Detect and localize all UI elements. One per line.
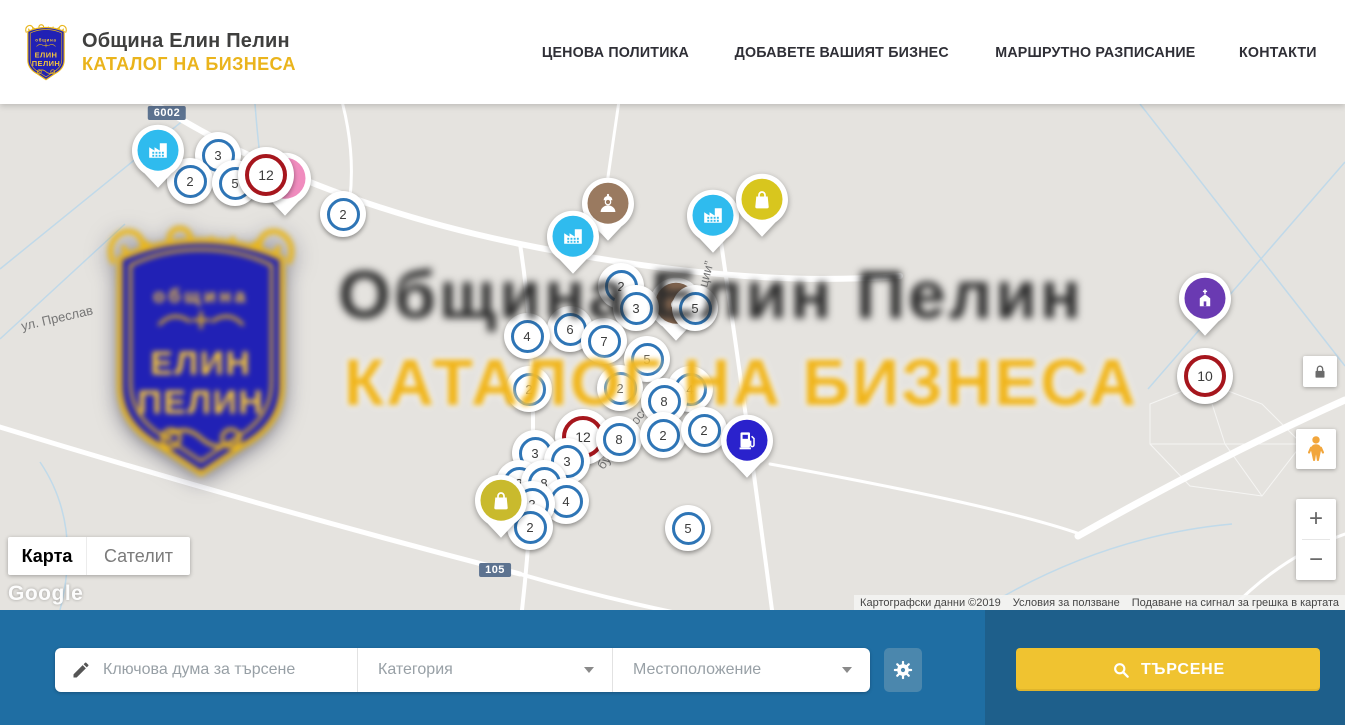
pegman-control[interactable]: [1296, 429, 1336, 469]
factory-pin-marker[interactable]: [686, 189, 740, 255]
bag-pin-marker[interactable]: [735, 173, 789, 239]
cluster-marker[interactable]: 2: [320, 191, 366, 237]
cluster-count: 5: [679, 292, 712, 325]
search-icon: [1111, 660, 1131, 680]
cluster-marker[interactable]: 10: [1177, 348, 1233, 404]
google-map[interactable]: 6002105ул. Преславбул. „Новоселции” 3251…: [0, 104, 1345, 610]
cluster-count: 2: [688, 414, 721, 447]
road-number-label: 105: [479, 563, 511, 577]
site-logo[interactable]: Община Елин Пелин КАТАЛОГ НА БИЗНЕСА: [22, 22, 296, 82]
gear-icon: [892, 659, 914, 681]
pegman-icon: [1303, 434, 1329, 464]
cluster-count: 7: [588, 325, 621, 358]
map-attribution: Картографски данни ©2019 Условия за полз…: [854, 595, 1345, 610]
cluster-marker[interactable]: 5: [665, 505, 711, 551]
pencil-icon: [71, 660, 91, 680]
cluster-count: 10: [1184, 355, 1226, 397]
search-group: Категория Местоположение: [55, 648, 870, 692]
search-panel: Категория Местоположение ТЪРСЕНЕ: [0, 610, 1345, 725]
cluster-count: 12: [245, 154, 287, 196]
factory-pin-marker[interactable]: [131, 124, 185, 190]
cluster-count: 2: [327, 198, 360, 231]
nav-item-pricing[interactable]: ЦЕНОВА ПОЛИТИКА: [542, 44, 689, 61]
report-map-error-link[interactable]: Подаване на сигнал за грешка в картата: [1132, 597, 1339, 609]
map-type-satellite-button[interactable]: Сателит: [86, 537, 190, 575]
cluster-marker[interactable]: 12: [238, 147, 294, 203]
advanced-settings-button[interactable]: [884, 648, 922, 692]
nav-item-add-business[interactable]: ДОБАВЕТЕ ВАШИЯТ БИЗНЕС: [735, 44, 949, 61]
bag-pin-marker[interactable]: [474, 474, 528, 540]
lock-control-button[interactable]: [1303, 356, 1337, 387]
category-select[interactable]: Категория: [357, 648, 612, 692]
cluster-marker[interactable]: 5: [672, 285, 718, 331]
cluster-marker[interactable]: 2: [506, 366, 552, 412]
cluster-marker[interactable]: 4: [504, 313, 550, 359]
cluster-count: 4: [511, 320, 544, 353]
fuel-pin-marker[interactable]: [720, 414, 774, 480]
cluster-count: 3: [620, 292, 653, 325]
cluster-count: 2: [647, 419, 680, 452]
nav-item-bus-schedule[interactable]: МАРШРУТНО РАЗПИСАНИЕ: [996, 44, 1196, 61]
municipality-crest-icon: [22, 22, 70, 82]
factory-pin-marker[interactable]: [546, 210, 600, 276]
cluster-count: 5: [672, 512, 705, 545]
cluster-count: 2: [513, 373, 546, 406]
search-button-label: ТЪРСЕНЕ: [1141, 661, 1225, 679]
cluster-count: 2: [604, 372, 637, 405]
map-type-control: Карта Сателит: [8, 537, 190, 575]
location-select[interactable]: Местоположение: [612, 648, 870, 692]
cluster-marker[interactable]: 7: [581, 318, 627, 364]
cluster-marker[interactable]: 2: [640, 412, 686, 458]
chevron-down-icon: [584, 667, 594, 673]
cluster-marker[interactable]: 2: [597, 365, 643, 411]
main-nav: ЦЕНОВА ПОЛИТИКА ДОБАВЕТЕ ВАШИЯТ БИЗНЕС М…: [538, 44, 1319, 61]
lock-icon: [1311, 363, 1329, 381]
site-header: Община Елин Пелин КАТАЛОГ НА БИЗНЕСА ЦЕН…: [0, 0, 1345, 104]
keyword-search-input[interactable]: [103, 661, 333, 679]
church-pin-marker[interactable]: [1178, 272, 1232, 338]
chevron-down-icon: [842, 667, 852, 673]
zoom-control: + −: [1296, 499, 1336, 580]
nav-item-contacts[interactable]: КОНТАКТИ: [1239, 44, 1317, 61]
cluster-marker[interactable]: 8: [596, 416, 642, 462]
road-number-label: 6002: [148, 106, 186, 120]
site-subtitle: КАТАЛОГ НА БИЗНЕСА: [82, 54, 296, 75]
google-logo[interactable]: Google: [8, 582, 83, 606]
site-title: Община Елин Пелин: [82, 30, 296, 53]
map-type-map-button[interactable]: Карта: [8, 537, 86, 575]
zoom-in-button[interactable]: +: [1296, 499, 1336, 539]
terms-of-use-link[interactable]: Условия за ползване: [1013, 597, 1120, 609]
keyword-field-wrap: [55, 648, 357, 692]
cluster-count: 8: [603, 423, 636, 456]
category-select-label: Категория: [378, 661, 453, 679]
search-button[interactable]: ТЪРСЕНЕ: [1016, 648, 1320, 691]
attribution-copyright: Картографски данни ©2019: [860, 597, 1001, 609]
zoom-out-button[interactable]: −: [1296, 540, 1336, 580]
location-select-label: Местоположение: [633, 661, 761, 679]
